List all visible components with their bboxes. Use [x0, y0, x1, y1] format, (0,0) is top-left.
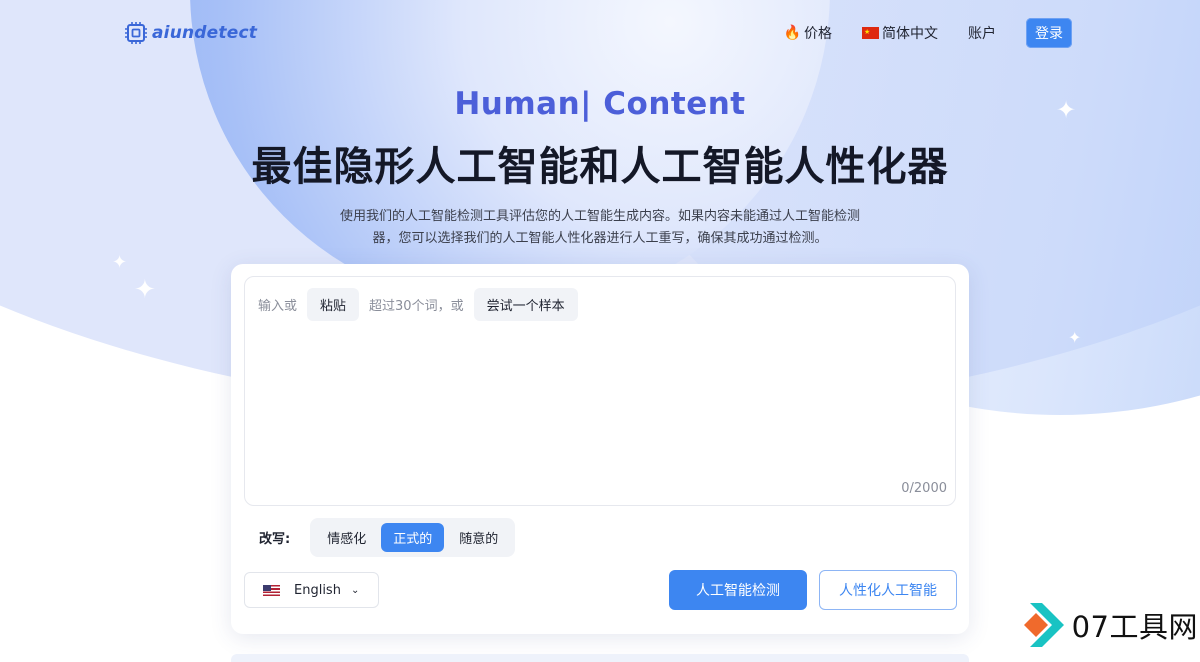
nav-pricing[interactable]: 🔥 价格 — [784, 23, 832, 43]
output-language-select[interactable]: English ⌄ — [244, 572, 379, 608]
rewrite-option-casual[interactable]: 随意的 — [447, 523, 510, 552]
hint-middle: 超过30个词，或 — [369, 299, 464, 314]
language-switcher[interactable]: 简体中文 — [862, 23, 938, 43]
page-title: 最佳隐形人工智能和人工智能人性化器 — [251, 144, 949, 190]
us-flag-icon — [263, 584, 280, 596]
language-switcher-label: 简体中文 — [882, 26, 938, 42]
login-button[interactable]: 登录 — [1026, 18, 1072, 48]
rewrite-option-formal[interactable]: 正式的 — [381, 523, 445, 552]
text-input-area[interactable]: 输入或 粘贴 超过30个词，或 尝试一个样本 0/2000 — [244, 276, 956, 506]
editor-hint: 输入或 粘贴 超过30个词，或 尝试一个样本 — [258, 288, 578, 321]
ai-detect-button[interactable]: 人工智能检测 — [669, 570, 807, 610]
rewrite-option-emotional[interactable]: 情感化 — [315, 523, 378, 552]
humanize-ai-button[interactable]: 人性化人工智能 — [819, 570, 957, 610]
hint-prefix: 输入或 — [258, 299, 298, 314]
nav-account[interactable]: 账户 — [968, 23, 996, 43]
rewrite-mode-selector: 情感化 正式的 随意的 — [310, 518, 516, 557]
watermark: 07工具网 — [1008, 597, 1198, 653]
rewrite-mode: 改写: 情感化 正式的 随意的 — [259, 518, 516, 557]
try-sample-button[interactable]: 尝试一个样本 — [473, 288, 578, 321]
sparkle-icon: ✦ — [112, 252, 128, 273]
word-counter: 0/2000 — [901, 481, 947, 496]
hero: Human| Content 最佳隐形人工智能和人工智能人性化器 使用我们的人工… — [0, 86, 1200, 250]
nav-account-label: 账户 — [968, 26, 996, 42]
chevron-down-icon: ⌄ — [350, 584, 360, 596]
top-nav: 🔥 价格 简体中文 账户 登录 — [784, 18, 1072, 48]
hero-subtitle: Human| Content — [454, 86, 746, 122]
sparkle-icon: ✦ — [134, 275, 156, 305]
fire-icon: 🔥 — [783, 25, 801, 41]
paste-button[interactable]: 粘贴 — [307, 288, 360, 321]
watermark-text: 07工具网 — [1071, 610, 1198, 644]
output-language-value: English — [294, 582, 341, 598]
rewrite-label: 改写: — [259, 532, 291, 547]
logo-text: aiundetect — [152, 23, 258, 43]
watermark-logo-icon — [1023, 603, 1064, 647]
nav-pricing-label: 价格 — [804, 26, 832, 42]
header: aiundetect 🔥 价格 简体中文 账户 登录 — [0, 0, 1200, 66]
logo-chip-icon — [125, 22, 147, 44]
sparkle-icon: ✦ — [1068, 328, 1082, 347]
next-section-edge — [231, 654, 969, 662]
logo[interactable]: aiundetect — [124, 21, 257, 45]
china-flag-icon — [862, 27, 879, 39]
tool-card: 输入或 粘贴 超过30个词，或 尝试一个样本 0/2000 改写: 情感化 正式… — [231, 264, 969, 634]
hero-description: 使用我们的人工智能检测工具评估您的人工智能生成内容。如果内容未能通过人工智能检测… — [339, 209, 860, 246]
